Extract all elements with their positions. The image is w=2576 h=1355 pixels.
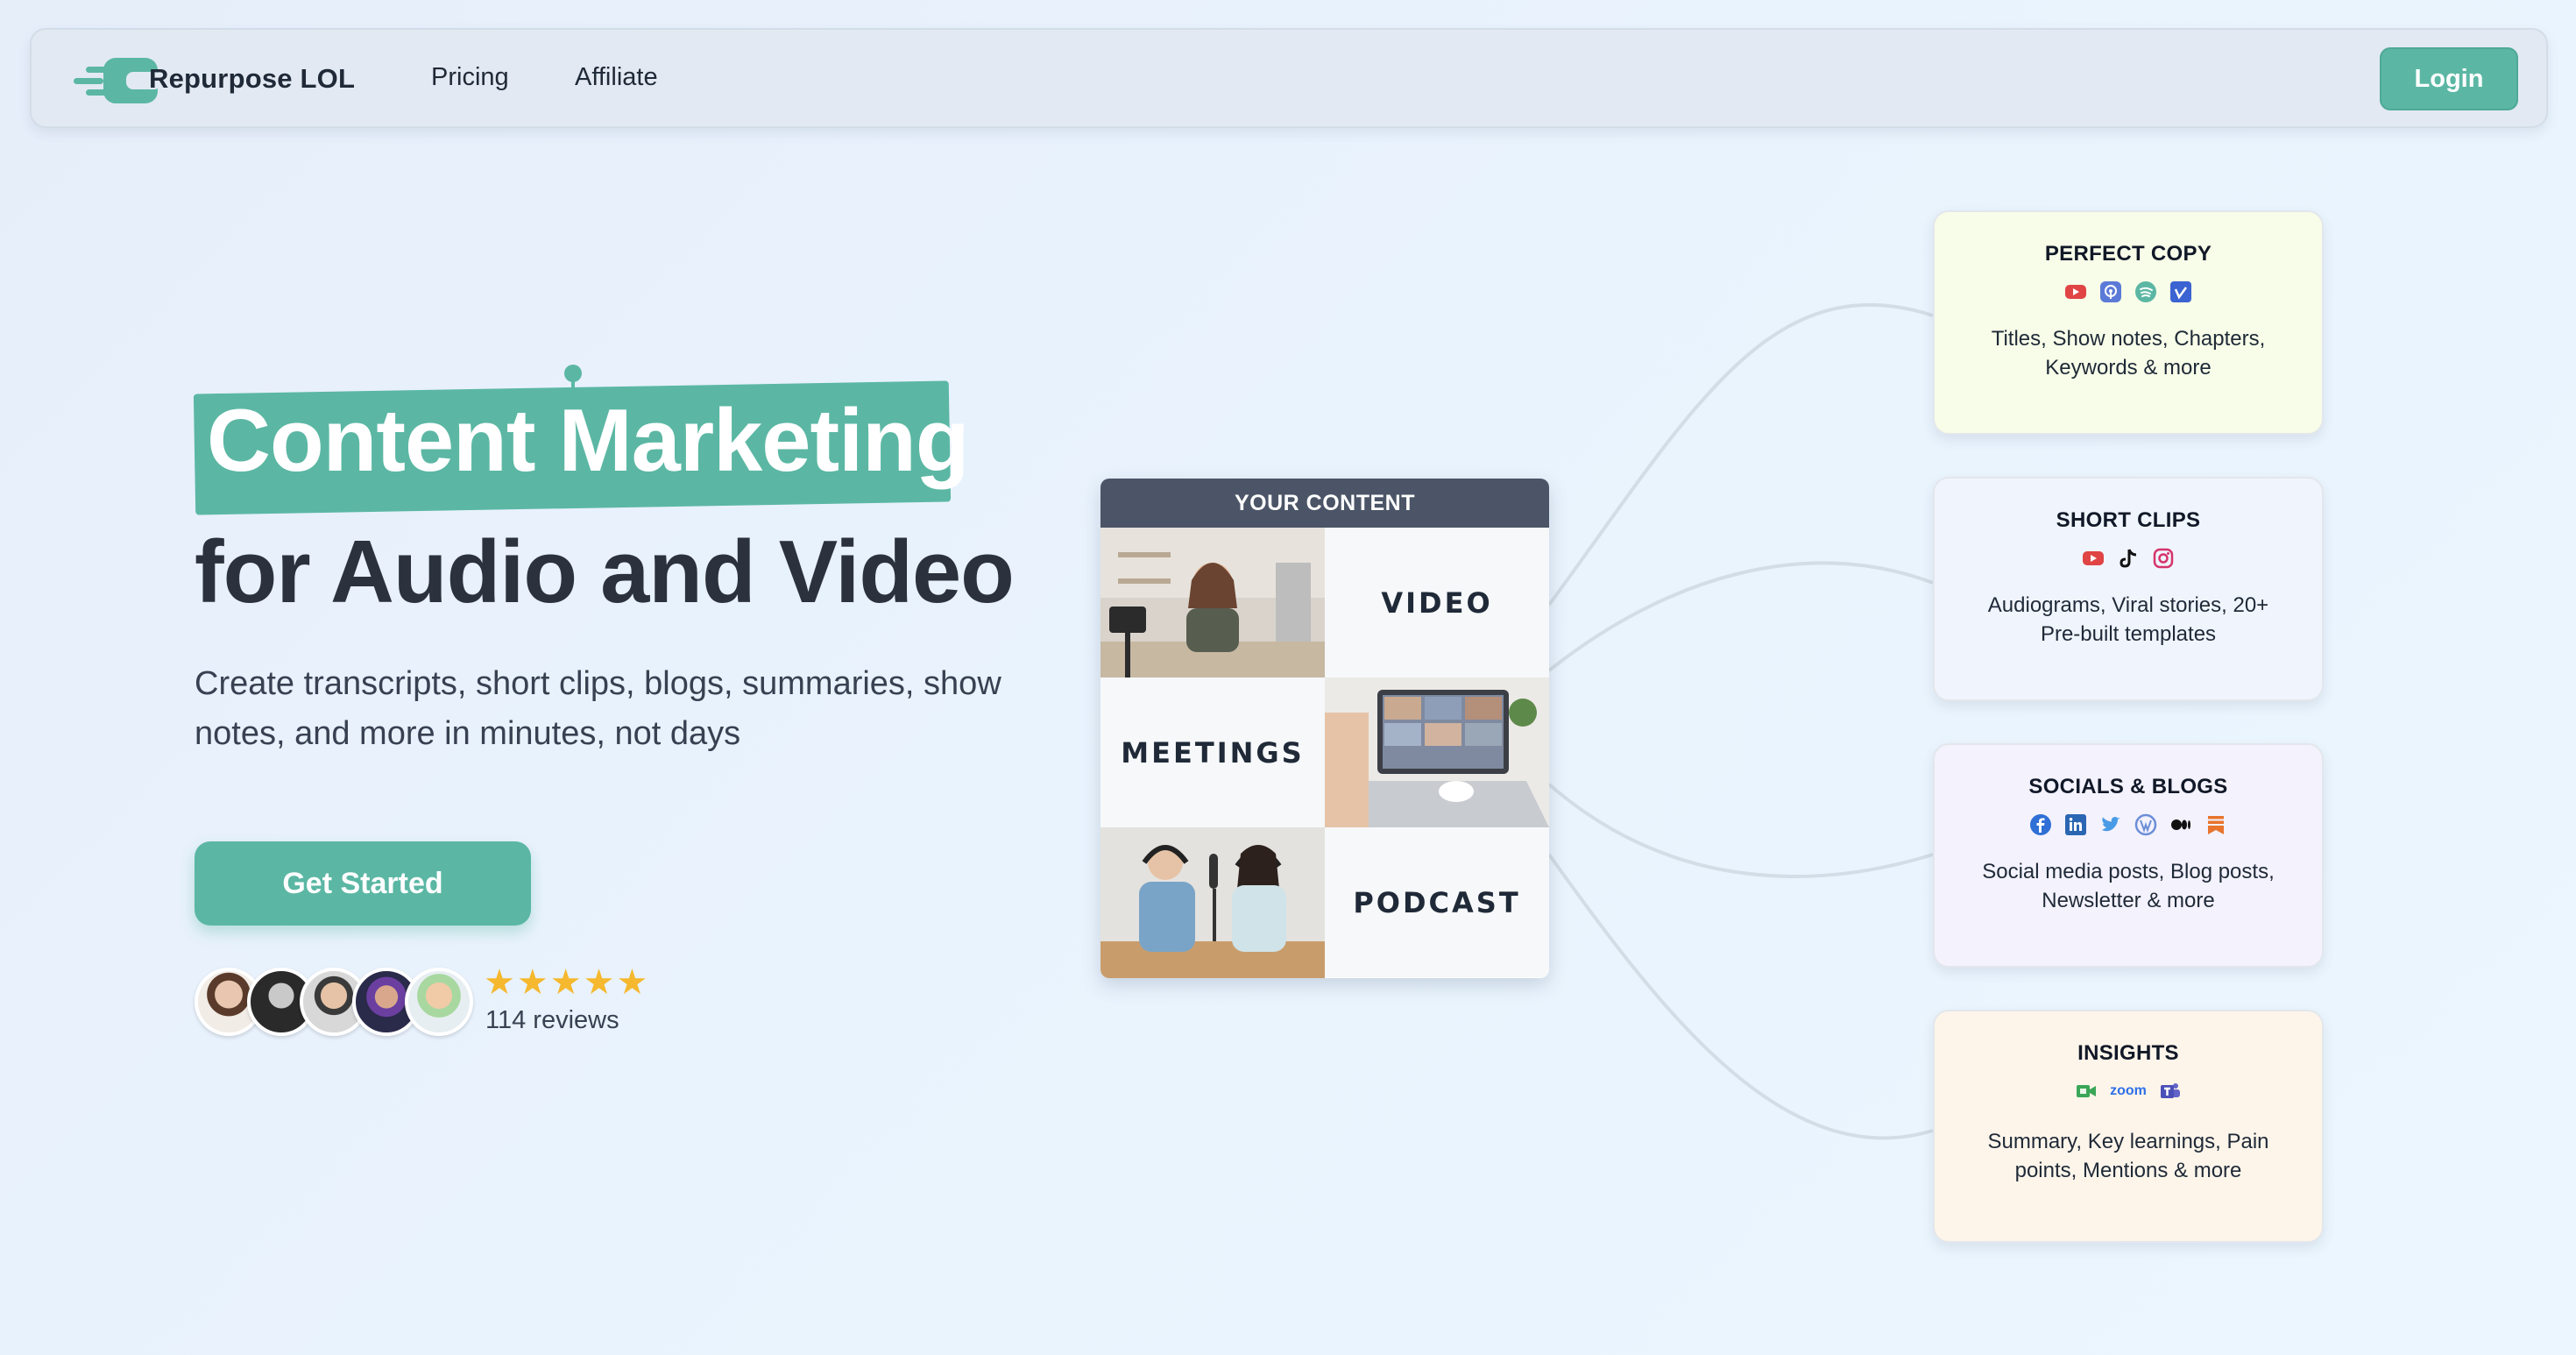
video-photo: [1100, 528, 1325, 678]
video-call-laptop-image: [1325, 678, 1549, 827]
output-card-insights: INSIGHTS zoom Summary, Key learnings, Pa…: [1933, 1010, 2324, 1243]
apple-podcasts-icon: [2100, 281, 2121, 302]
podcast-label: PODCAST: [1325, 827, 1549, 977]
avatar: [405, 968, 473, 1036]
rating-stars: ★★★★★: [484, 963, 650, 1002]
medium-icon: [2171, 819, 2190, 830]
connector-line: [1547, 561, 1934, 672]
content-grid: VIDEO MEETINGS PODCAST: [1100, 528, 1549, 978]
podcast-photo: [1100, 827, 1325, 978]
output-card-title: SHORT CLIPS: [2056, 508, 2201, 532]
spotify-icon: [2135, 281, 2156, 302]
platform-icons: [1935, 545, 2322, 571]
platform-icons: [1935, 279, 2322, 305]
teams-icon: [2160, 1083, 2180, 1098]
output-card-description: Titles, Show notes, Chapters, Keywords &…: [1991, 327, 2266, 380]
vimeo-icon: [2170, 281, 2191, 302]
linkedin-icon: [2065, 814, 2086, 835]
platform-icons: [1935, 812, 2322, 838]
connector-line: [1547, 302, 1934, 607]
hero-title-highlight: Content Marketing: [207, 392, 970, 490]
zoom-icon: zoom: [2110, 1083, 2147, 1098]
output-card-description: Audiograms, Viral stories, 20+ Pre-built…: [1987, 593, 2269, 646]
podcast-recording-image: [1100, 827, 1325, 978]
your-content-card: YOUR CONTENT VIDEO MEETINGS PODCAST: [1100, 479, 1549, 978]
twitter-icon: [2102, 816, 2120, 832]
youtube-icon: [2083, 551, 2104, 565]
your-content-header: YOUR CONTENT: [1100, 479, 1549, 528]
platform-icons: zoom: [1935, 1078, 2322, 1104]
tiktok-icon: [2120, 549, 2137, 568]
woman-vlogging-image: [1100, 528, 1325, 678]
get-started-button[interactable]: Get Started: [195, 841, 531, 926]
instagram-icon: [2153, 548, 2174, 569]
output-card-title: PERFECT COPY: [2044, 242, 2212, 266]
facebook-icon: [2030, 814, 2051, 835]
reviews-count[interactable]: 114 reviews: [485, 1006, 619, 1035]
connector-line: [1547, 853, 1934, 1140]
output-card-title: SOCIALS & BLOGS: [2028, 775, 2228, 798]
meetings-label: MEETINGS: [1100, 678, 1325, 827]
output-card-description: Social media posts, Blog posts, Newslett…: [1982, 860, 2275, 912]
hero-subtitle: Create transcripts, short clips, blogs, …: [195, 665, 1001, 752]
output-card-short-clips: SHORT CLIPS Audiograms, Viral stories, 2…: [1933, 477, 2324, 701]
output-card-title: INSIGHTS: [2077, 1041, 2179, 1065]
output-card-perfect-copy: PERFECT COPY Titles, Show notes, Chapter…: [1933, 210, 2324, 435]
video-label: VIDEO: [1325, 528, 1549, 678]
youtube-icon: [2065, 285, 2086, 299]
meetings-photo: [1325, 678, 1549, 827]
google-meet-icon: [2077, 1085, 2097, 1097]
wordpress-icon: [2134, 813, 2157, 836]
reviewer-avatars: [195, 968, 475, 1038]
hero-title-rest: for Audio and Video: [195, 523, 1015, 621]
output-card-socials-blogs: SOCIALS & BLOGS Social media posts, Blog…: [1933, 743, 2324, 968]
substack-icon: [2208, 816, 2224, 834]
connector-line: [1547, 783, 1934, 878]
output-card-description: Summary, Key learnings, Pain points, Men…: [1987, 1130, 2269, 1182]
